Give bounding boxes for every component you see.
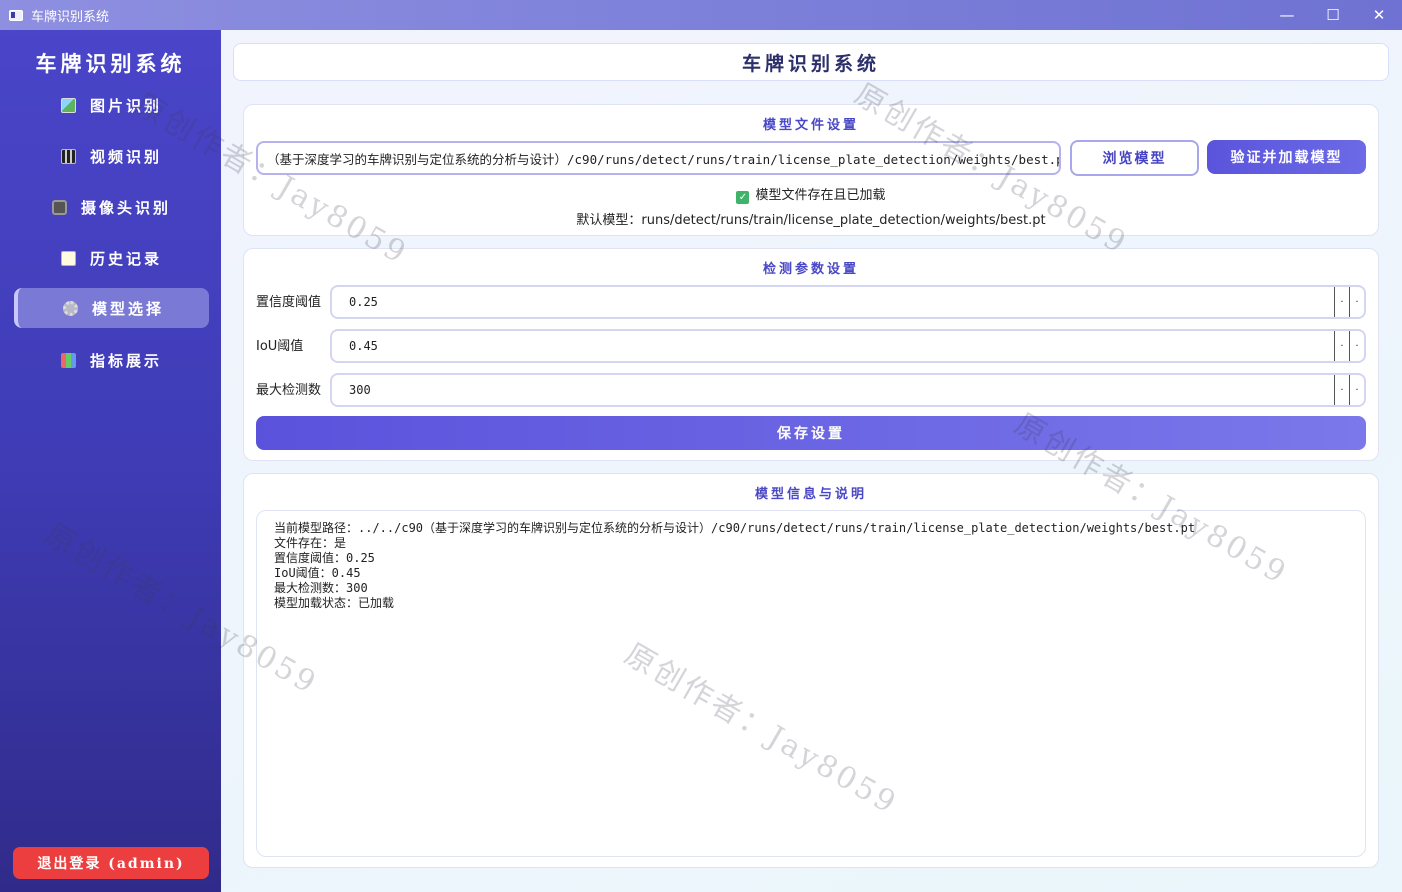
model-status-text: 模型文件存在且已加载: [755, 188, 886, 203]
iou-label: IoU阈值: [256, 339, 304, 354]
main-panel: 车牌识别系统 模型文件设置 （基于深度学习的车牌识别与定位系统的分析与设计）/c…: [221, 30, 1402, 892]
sidebar-item-camera-recognition[interactable]: 摄像头识别: [14, 187, 209, 227]
video-icon: [60, 148, 76, 164]
iou-spinbox[interactable]: 0.45 · ·: [330, 329, 1366, 363]
logout-button[interactable]: 退出登录 (admin): [13, 847, 209, 879]
save-settings-button[interactable]: 保存设置: [256, 416, 1366, 450]
max-detections-up-button[interactable]: ·: [1349, 375, 1364, 405]
group-title: 模型信息与说明: [754, 487, 867, 502]
confidence-value: 0.25: [349, 295, 378, 309]
sidebar-item-label: 视频识别: [89, 147, 162, 166]
confidence-up-button[interactable]: ·: [1349, 287, 1364, 317]
group-title: 模型文件设置: [762, 118, 859, 133]
sidebar-item-label: 指标展示: [89, 351, 162, 370]
sidebar-item-model-select[interactable]: 模型选择: [14, 288, 209, 328]
sidebar-item-image-recognition[interactable]: 图片识别: [14, 85, 209, 125]
model-info-group: 模型信息与说明 当前模型路径：../../c90（基于深度学习的车牌识别与定位系…: [243, 473, 1379, 868]
max-detections-label: 最大检测数: [256, 383, 322, 398]
sidebar-item-label: 模型选择: [91, 299, 164, 318]
image-icon: [60, 97, 76, 113]
sidebar-item-metrics[interactable]: 指标展示: [14, 340, 209, 380]
confidence-spinbox[interactable]: 0.25 · ·: [330, 285, 1366, 319]
history-icon: [60, 250, 76, 266]
sidebar: 车牌识别系统 图片识别 视频识别 摄像头识别 历史记录 模型选择 指标展示 退出…: [0, 30, 221, 892]
model-file-group: 模型文件设置 （基于深度学习的车牌识别与定位系统的分析与设计）/c90/runs…: [243, 104, 1379, 236]
max-detections-value: 300: [349, 383, 371, 397]
window-title: 车牌识别系统: [31, 9, 110, 25]
sidebar-title: 车牌识别系统: [35, 51, 186, 76]
close-button[interactable]: ✕: [1356, 0, 1402, 30]
max-detections-spinbox[interactable]: 300 · ·: [330, 373, 1366, 407]
camera-icon: [51, 199, 67, 215]
app-icon: [9, 9, 23, 21]
window-titlebar: 车牌识别系统 — ☐ ✕: [0, 0, 1402, 30]
confidence-down-button[interactable]: ·: [1334, 287, 1349, 317]
iou-value: 0.45: [349, 339, 378, 353]
model-status: ✓ 模型文件存在且已加载: [244, 184, 1378, 204]
iou-down-button[interactable]: ·: [1334, 331, 1349, 361]
model-info-text[interactable]: 当前模型路径：../../c90（基于深度学习的车牌识别与定位系统的分析与设计）…: [256, 510, 1366, 857]
group-title: 检测参数设置: [762, 262, 859, 277]
check-icon: ✓: [736, 191, 750, 204]
minimize-button[interactable]: —: [1264, 0, 1310, 30]
maximize-button[interactable]: ☐: [1310, 0, 1356, 30]
sidebar-item-label: 图片识别: [89, 96, 162, 115]
default-model-text: 默认模型：runs/detect/runs/train/license_plat…: [576, 213, 1046, 228]
model-path-input[interactable]: （基于深度学习的车牌识别与定位系统的分析与设计）/c90/runs/detect…: [256, 141, 1061, 175]
page-title: 车牌识别系统: [233, 43, 1389, 81]
sidebar-item-label: 摄像头识别: [80, 198, 171, 217]
sidebar-item-label: 历史记录: [89, 249, 162, 268]
chart-icon: [60, 352, 76, 368]
gear-icon: [62, 300, 78, 316]
sidebar-item-video-recognition[interactable]: 视频识别: [14, 136, 209, 176]
sidebar-item-history[interactable]: 历史记录: [14, 238, 209, 278]
verify-load-model-button[interactable]: 验证并加载模型: [1207, 140, 1366, 174]
max-detections-down-button[interactable]: ·: [1334, 375, 1349, 405]
browse-model-button[interactable]: 浏览模型: [1070, 140, 1199, 176]
confidence-label: 置信度阈值: [256, 295, 322, 310]
detection-params-group: 检测参数设置 置信度阈值 0.25 · · IoU阈值 0.45 · · 最大检…: [243, 248, 1379, 461]
iou-up-button[interactable]: ·: [1349, 331, 1364, 361]
